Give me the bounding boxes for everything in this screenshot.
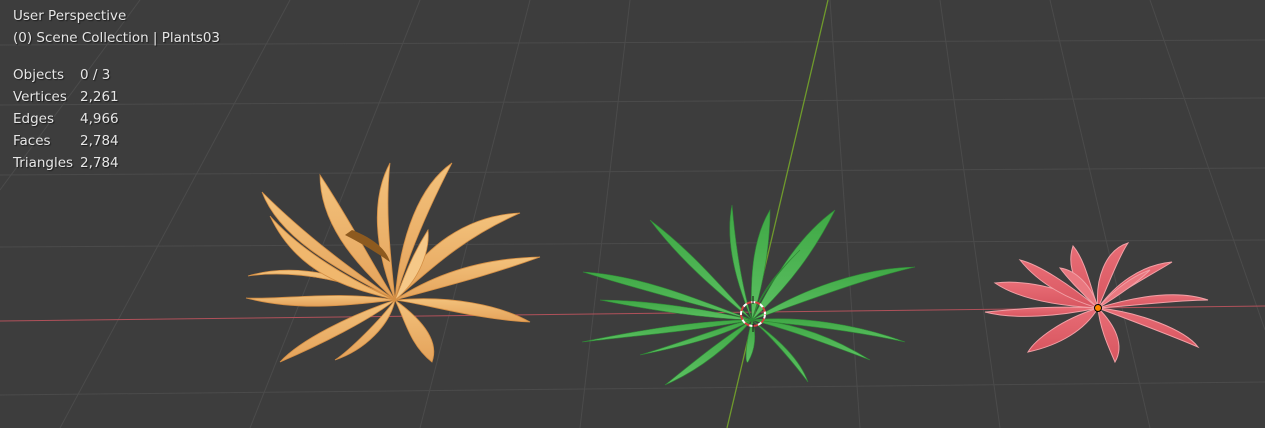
- floor-grid: [0, 0, 1265, 428]
- red-plant-object[interactable]: [984, 242, 1209, 364]
- object-origin-icon[interactable]: [1094, 304, 1102, 312]
- orange-plant-object[interactable]: [245, 162, 541, 363]
- 3d-viewport[interactable]: User Perspective (0) Scene Collection | …: [0, 0, 1265, 428]
- viewport-scene[interactable]: [0, 0, 1265, 428]
- green-plant-object[interactable]: [581, 204, 916, 386]
- y-axis-line: [726, 0, 829, 428]
